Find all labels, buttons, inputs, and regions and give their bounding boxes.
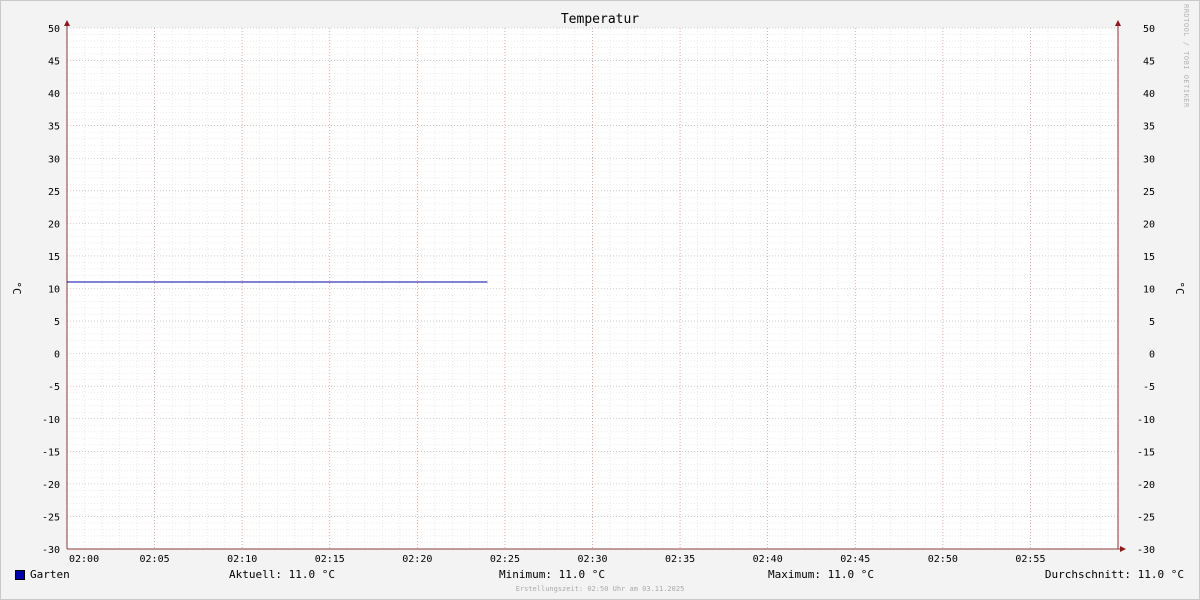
legend-swatch-garten — [15, 570, 25, 580]
y-tick-label-left: 0 — [54, 350, 60, 361]
y-tick-label-left: -30 — [42, 545, 60, 556]
stat-minimum: Minimum: 11.0 °C — [499, 568, 605, 581]
x-tick-label: 02:45 — [840, 554, 870, 565]
y-tick-label-left: -15 — [42, 447, 60, 458]
y-tick-label-right: 35 — [1143, 122, 1155, 133]
y-tick-label-left: -5 — [48, 382, 60, 393]
y-tick-label-right: 25 — [1143, 187, 1155, 198]
y-tick-label-right: 0 — [1149, 350, 1155, 361]
y-tick-label-right: -25 — [1137, 512, 1155, 523]
stat-average: Durchschnitt: 11.0 °C — [1044, 568, 1184, 581]
y-tick-label-right: 45 — [1143, 57, 1155, 68]
y-tick-label-left: 30 — [48, 154, 60, 165]
y-tick-label-right: 10 — [1143, 285, 1155, 296]
y-tick-label-left: 35 — [48, 122, 60, 133]
stat-current: Aktuell: 11.0 °C — [229, 568, 335, 581]
y-tick-label-left: 5 — [54, 317, 60, 328]
x-tick-label: 02:50 — [928, 554, 958, 565]
legend-series-name: Garten — [30, 568, 70, 581]
y-tick-label-right: -5 — [1143, 382, 1155, 393]
y-tick-label-left: 25 — [48, 187, 60, 198]
y-tick-label-left: 50 — [48, 24, 60, 35]
x-tick-label: 02:55 — [1015, 554, 1045, 565]
y-tick-label-right: 30 — [1143, 154, 1155, 165]
x-tick-label: 02:00 — [69, 554, 99, 565]
x-tick-label: 02:10 — [227, 554, 257, 565]
y-tick-label-left: 40 — [48, 89, 60, 100]
y-tick-label-right: -30 — [1137, 545, 1155, 556]
x-tick-label: 02:25 — [490, 554, 520, 565]
y-axis-right-arrow — [1115, 20, 1121, 26]
y-tick-label-right: 40 — [1143, 89, 1155, 100]
y-tick-label-right: -15 — [1137, 447, 1155, 458]
x-tick-label: 02:40 — [753, 554, 783, 565]
y-tick-label-right: -10 — [1137, 415, 1155, 426]
y-tick-label-right: 50 — [1143, 24, 1155, 35]
y-tick-label-left: 45 — [48, 57, 60, 68]
y-tick-label-right: 15 — [1143, 252, 1155, 263]
y-axis-label-right: °C — [1173, 281, 1186, 294]
rrdtool-watermark: RRDTOOL / TOBI OETIKER — [1182, 4, 1190, 108]
y-tick-label-right: 5 — [1149, 317, 1155, 328]
stat-maximum: Maximum: 11.0 °C — [768, 568, 874, 581]
y-tick-label-left: 15 — [48, 252, 60, 263]
x-tick-label: 02:20 — [402, 554, 432, 565]
temperature-chart: 50 5045 4540 4035 3530 3025 2520 2015 1510 105 50 0… — [10, 12, 1186, 565]
y-tick-label-left: -10 — [42, 415, 60, 426]
y-tick-label-right: 20 — [1143, 219, 1155, 230]
y-tick-label-left: 20 — [48, 219, 60, 230]
x-tick-label: 02:05 — [140, 554, 170, 565]
y-axis-left-arrow — [64, 20, 70, 26]
creation-time: Erstellungszeit: 02:50 Uhr am 03.11.2025 — [515, 585, 685, 593]
y-tick-label-right: -20 — [1137, 480, 1155, 491]
y-tick-label-left: -25 — [42, 512, 60, 523]
y-tick-label-left: 10 — [48, 285, 60, 296]
x-tick-label: 02:15 — [315, 554, 345, 565]
y-axis-label-left: °C — [10, 281, 23, 294]
x-axis-arrow — [1120, 546, 1126, 552]
chart-title: Temperatur — [561, 12, 639, 27]
x-tick-label: 02:30 — [577, 554, 607, 565]
x-tick-label: 02:35 — [665, 554, 695, 565]
y-tick-label-left: -20 — [42, 480, 60, 491]
